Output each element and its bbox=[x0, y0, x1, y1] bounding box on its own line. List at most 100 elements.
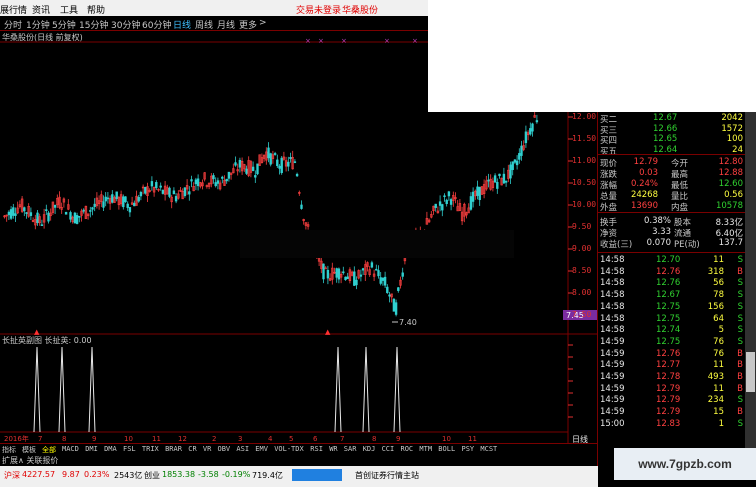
candle-body bbox=[434, 203, 437, 208]
candle-body bbox=[355, 279, 358, 286]
stat-value: 0.24% bbox=[630, 179, 658, 189]
tick-price: 12.74 bbox=[656, 325, 681, 336]
candles-group bbox=[3, 111, 539, 317]
candle-body bbox=[293, 161, 297, 163]
candle-body bbox=[502, 173, 506, 184]
quote-row: 15:00 12.83 1 S bbox=[598, 419, 746, 429]
price-axis-label: 10.00 bbox=[572, 200, 597, 209]
tick-volume: 5 bbox=[718, 325, 724, 336]
tick-volume: 56 bbox=[713, 278, 724, 289]
candle-body bbox=[144, 187, 147, 194]
indicator-tab[interactable]: ROC bbox=[401, 445, 414, 453]
indicator-spike bbox=[33, 346, 41, 433]
tick-side: S bbox=[737, 395, 743, 406]
tick-price: 12.77 bbox=[656, 360, 681, 371]
indicator-tab[interactable]: VR bbox=[203, 445, 211, 453]
candle-body bbox=[478, 186, 481, 201]
candle-body bbox=[139, 191, 143, 197]
candle-body bbox=[394, 302, 398, 315]
indicator-tab[interactable]: MTM bbox=[419, 445, 432, 453]
bid-price: 12.64 bbox=[653, 144, 678, 155]
stat-value: 0.56 bbox=[724, 190, 743, 200]
indicator-tab[interactable]: CCI bbox=[382, 445, 395, 453]
indicator-tab[interactable]: BOLL bbox=[438, 445, 455, 453]
tick-price: 12.75 bbox=[656, 336, 681, 347]
indicator-tab[interactable]: MCST bbox=[480, 445, 497, 453]
tick-volume: 78 bbox=[713, 290, 724, 301]
indicator-tab[interactable]: RSI bbox=[310, 445, 323, 453]
indicator-tab[interactable]: OBV bbox=[218, 445, 231, 453]
expand-bar[interactable]: 扩展∧ 关联报价 bbox=[2, 455, 58, 466]
price-axis-label: 8.50 bbox=[572, 266, 592, 275]
candle-body bbox=[69, 212, 72, 220]
indicator-tab[interactable]: SAR bbox=[344, 445, 357, 453]
tick-price: 12.75 bbox=[656, 301, 681, 312]
candle-body bbox=[73, 212, 77, 224]
indicator-tab[interactable]: PSY bbox=[462, 445, 475, 453]
candle-body bbox=[375, 268, 378, 271]
indicator-tab[interactable]: FSL bbox=[123, 445, 136, 453]
marker-icon: × bbox=[318, 37, 324, 45]
indicator-tab[interactable]: KDJ bbox=[363, 445, 376, 453]
candle-body bbox=[256, 163, 259, 175]
quote-row: 涨跌 0.03 最高 12.88 bbox=[598, 168, 746, 180]
tick-side: S bbox=[737, 418, 743, 429]
watermark: www.7gpzb.com bbox=[614, 448, 756, 480]
indicator-tab[interactable]: EMV bbox=[255, 445, 268, 453]
indicator-tab[interactable]: VOL-TDX bbox=[274, 445, 304, 453]
candle-body bbox=[45, 209, 48, 211]
quote-row: 14:59 12.79 234 S bbox=[598, 395, 746, 405]
index1-change: 9.87 bbox=[62, 470, 80, 479]
candle-body bbox=[115, 191, 118, 200]
indicator-tab[interactable]: TRIX bbox=[142, 445, 159, 453]
candle-body bbox=[359, 274, 363, 277]
candle-body bbox=[194, 179, 198, 185]
candle-body bbox=[53, 204, 57, 208]
indicator-tab[interactable]: BRAR bbox=[165, 445, 182, 453]
quote-row: 14:59 12.79 15 B bbox=[598, 407, 746, 417]
candle-body bbox=[326, 269, 330, 279]
indicator-tab[interactable]: DMA bbox=[104, 445, 117, 453]
price-axis-label: 11.00 bbox=[572, 156, 597, 165]
quote-row: 买二 12.67 2042 bbox=[598, 113, 746, 125]
indicator-tab[interactable]: 模板 bbox=[22, 445, 36, 455]
price-axis-label: 10.50 bbox=[572, 178, 597, 187]
candle-body bbox=[25, 212, 28, 214]
candle-body bbox=[227, 171, 231, 179]
indicator-tab[interactable]: 全部 bbox=[42, 445, 56, 455]
candle-body bbox=[78, 216, 81, 218]
candle-body bbox=[122, 196, 125, 208]
quote-row: 14:58 12.67 78 S bbox=[598, 290, 746, 300]
candle-body bbox=[335, 268, 338, 278]
candle-body bbox=[155, 182, 158, 189]
candle-body bbox=[183, 187, 187, 197]
indicator-tab[interactable]: DMI bbox=[85, 445, 98, 453]
tick-price: 12.70 bbox=[656, 255, 681, 265]
indicator-tab[interactable]: WR bbox=[329, 445, 337, 453]
quote-row: 现价 12.79 今开 12.80 bbox=[598, 157, 746, 169]
tick-side: B bbox=[737, 372, 743, 382]
date-axis-label: 7 bbox=[340, 435, 344, 443]
candle-body bbox=[102, 201, 105, 208]
indicator-tab[interactable]: ASI bbox=[236, 445, 249, 453]
candle-body bbox=[14, 213, 17, 216]
price-axis-label: 11.50 bbox=[572, 134, 597, 143]
candle-body bbox=[190, 179, 193, 182]
indicator-tab[interactable]: CR bbox=[188, 445, 196, 453]
quote-row: 买五 12.64 24 bbox=[598, 144, 746, 157]
indicator-tab[interactable]: MACD bbox=[62, 445, 79, 453]
indicator-spike bbox=[58, 346, 66, 433]
indicator-tab[interactable]: 指标 bbox=[2, 445, 16, 455]
marker-icon: × bbox=[305, 37, 311, 45]
scrollbar[interactable] bbox=[745, 112, 756, 467]
tick-price: 12.79 bbox=[656, 407, 681, 418]
period-label: 日线 bbox=[572, 434, 588, 443]
candle-body bbox=[111, 194, 114, 203]
candle-body bbox=[196, 178, 200, 187]
index2-name: 创业 bbox=[144, 471, 160, 480]
scrollbar-thumb[interactable] bbox=[746, 352, 755, 392]
candle-body bbox=[496, 181, 499, 189]
candle-body bbox=[278, 165, 281, 169]
candle-body bbox=[493, 175, 497, 183]
tick-volume: 11 bbox=[713, 383, 724, 394]
